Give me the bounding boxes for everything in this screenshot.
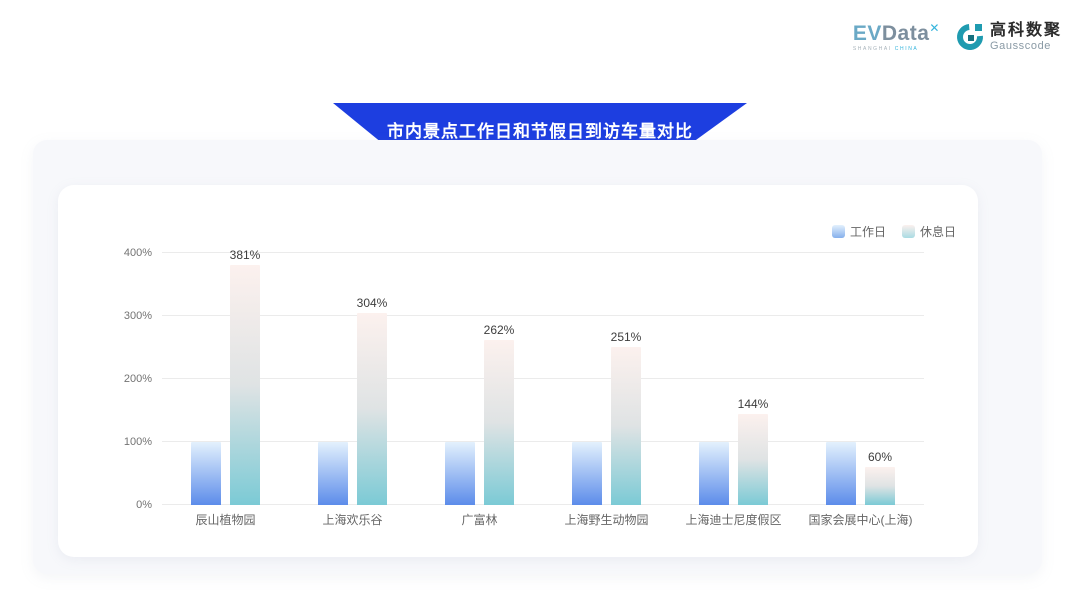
bar-value-label: 262%	[484, 323, 515, 337]
bar-group: 60%	[797, 253, 924, 505]
gausscode-logo: 高科数聚 Gausscode	[956, 22, 1062, 52]
bar-value-label: 381%	[230, 248, 261, 262]
x-axis-labels: 辰山植物园上海欢乐谷广富林上海野生动物园上海迪士尼度假区国家会展中心(上海)	[162, 511, 924, 528]
legend-label: 工作日	[850, 223, 886, 240]
bar-workday	[572, 442, 602, 505]
legend-swatch-icon	[832, 225, 845, 238]
chart-title: 市内景点工作日和节假日到访车量对比	[387, 109, 693, 142]
legend-swatch-icon	[902, 225, 915, 238]
bar-value-label: 304%	[357, 296, 388, 310]
bar-restday: 262%	[484, 340, 514, 505]
gausscode-name-cn: 高科数聚	[990, 22, 1062, 40]
x-axis-category-label: 上海野生动物园	[543, 511, 670, 528]
bar-workday	[826, 442, 856, 505]
bar-restday: 304%	[357, 313, 387, 505]
bar-workday	[699, 442, 729, 505]
gausscode-g-icon	[956, 23, 984, 51]
legend-item[interactable]: 工作日	[832, 223, 886, 240]
bar-restday: 60%	[865, 467, 895, 505]
bar-group: 251%	[543, 253, 670, 505]
bar-value-label: 60%	[868, 450, 892, 464]
chart-legend: 工作日 休息日	[832, 223, 956, 240]
x-axis-category-label: 国家会展中心(上海)	[797, 511, 924, 528]
y-axis-tick-label: 0%	[136, 499, 152, 511]
y-axis-tick-label: 300%	[124, 310, 152, 322]
bar-group: 304%	[289, 253, 416, 505]
y-axis-tick-label: 400%	[124, 247, 152, 259]
bar-workday	[191, 442, 221, 505]
gausscode-text: 高科数聚 Gausscode	[990, 22, 1062, 52]
bar-value-label: 251%	[611, 330, 642, 344]
legend-label: 休息日	[920, 223, 956, 240]
x-axis-category-label: 上海迪士尼度假区	[670, 511, 797, 528]
evdata-x-icon: ✕	[929, 21, 940, 35]
evdata-ev-text: EV	[853, 22, 882, 45]
bar-group: 262%	[416, 253, 543, 505]
bar-groups: 381% 304% 262% 251% 144% 60%	[162, 253, 924, 505]
legend-item[interactable]: 休息日	[902, 223, 956, 240]
x-axis-category-label: 辰山植物园	[162, 511, 289, 528]
x-axis-category-label: 上海欢乐谷	[289, 511, 416, 528]
bar-restday: 381%	[230, 265, 260, 505]
x-axis-category-label: 广富林	[416, 511, 543, 528]
bar-workday	[445, 442, 475, 505]
evdata-data-text: Data	[882, 22, 930, 45]
bar-restday: 251%	[611, 347, 641, 505]
header-logos: EVData✕ SHANGHAI CHINA 高科数聚 Gausscode	[853, 22, 1062, 52]
evdata-logo: EVData✕ SHANGHAI CHINA	[853, 22, 940, 52]
chart-plot-area: 0%100%200%300%400%381%304%262%251%144%60…	[162, 253, 924, 505]
bar-group: 144%	[670, 253, 797, 505]
evdata-subtext: SHANGHAI CHINA	[853, 47, 940, 52]
bar-restday: 144%	[738, 414, 768, 505]
bar-value-label: 144%	[738, 397, 769, 411]
gausscode-name-en: Gausscode	[990, 40, 1062, 52]
bar-group: 381%	[162, 253, 289, 505]
chart-card: 工作日 休息日 0% 100% 200% 300% 400% 381% 304% 262% 251…	[58, 185, 978, 557]
bar-workday	[318, 442, 348, 505]
evdata-wordmark: EVData✕	[853, 22, 940, 44]
y-axis-tick-label: 100%	[124, 436, 152, 448]
y-axis-tick-label: 200%	[124, 373, 152, 385]
